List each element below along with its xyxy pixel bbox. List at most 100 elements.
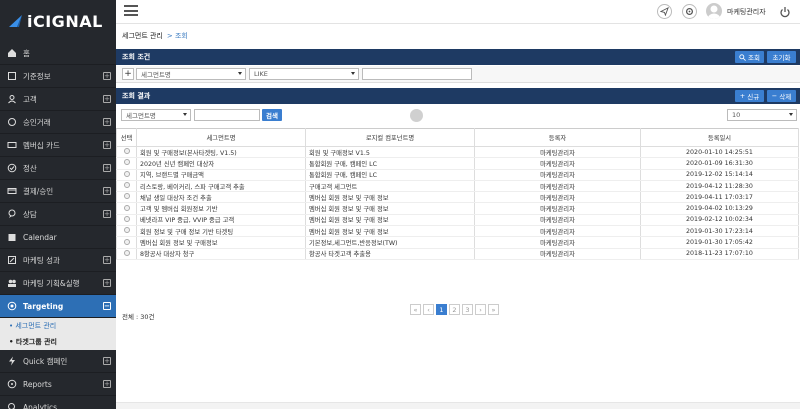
table-row[interactable]: 채널 생일 대상자 조건 추출 멤버십 회원 정보 및 구매 정보 마케팅관리자 20… — [116, 191, 799, 204]
search-condition-row: + 세그먼트명 LIKE — [116, 66, 800, 83]
table-row[interactable]: 멤버십 회원 정보 및 구매정보 기본정보,세그먼트,반응정보(TW) 마케팅관리자… — [116, 236, 799, 249]
sidebar-subitem-targetgroup[interactable]: • 타겟그룹 관리 — [0, 334, 116, 350]
sidebar-item-chat[interactable]: 상담 + — [0, 203, 116, 226]
username-label[interactable]: 마케팅관리자 — [727, 7, 766, 17]
plus-icon[interactable]: + — [103, 279, 111, 287]
plus-icon[interactable]: + — [103, 380, 111, 388]
row-radio[interactable] — [123, 193, 130, 200]
row-radio[interactable] — [123, 238, 130, 245]
page-button[interactable]: 2 — [449, 304, 460, 315]
power-icon[interactable] — [779, 3, 793, 18]
add-condition-button[interactable]: + — [122, 68, 134, 80]
sidebar-item-label: Calendar — [23, 232, 57, 242]
sidebar-item-lightning[interactable]: Quick 캠페인 + — [0, 350, 116, 373]
column-header[interactable]: 로지컬 컴포넌트명 — [305, 128, 475, 147]
sidebar-item-calendar[interactable]: Calendar — [0, 226, 116, 249]
sidebar-item-card[interactable]: 승인거래 + — [0, 111, 116, 134]
sidebar-item-clipboard[interactable]: 기준정보 + — [0, 65, 116, 88]
table-row[interactable]: 리스토랑, 베이커리, 스파 구매고객 추출 구매고객 세그먼트 마케팅관리자 201… — [116, 180, 799, 193]
sidebar-item-chart[interactable]: 마케팅 성과 + — [0, 249, 116, 272]
sidebar-item-check-circle[interactable]: 정산 + — [0, 157, 116, 180]
column-header[interactable]: 등록자 — [474, 128, 641, 147]
table-row[interactable]: 8항공사 대상자 청구 항공사 타겟고객 추출용 마케팅관리자 2018-11-23 … — [116, 248, 799, 260]
table-row[interactable]: 회원 정보 및 구매 정보 기반 타겟팅 멤버십 회원 정보 및 구매 정보 마케팅… — [116, 225, 799, 238]
table-row[interactable]: 지역, 브랜드별 구매금액 통합회원 구매, 캠페인 LC 마케팅관리자 2019-1… — [116, 169, 799, 181]
row-radio[interactable] — [123, 204, 130, 211]
target-icon — [7, 301, 17, 311]
value-input[interactable] — [362, 68, 472, 80]
sidebar-item-users[interactable]: 고객 + — [0, 88, 116, 111]
row-radio[interactable] — [123, 170, 130, 177]
row-select-cell — [116, 169, 137, 181]
avatar[interactable] — [706, 3, 722, 19]
page-button[interactable]: 3 — [462, 304, 473, 315]
result-table: 선택 세그먼트명 로지컬 컴포넌트명 등록자 등록일시 회원 및 구매정보(본사타겟팅,… — [116, 128, 799, 260]
table-row[interactable]: 회원 및 구매정보(본사타겟팅, V1.5) 회원 및 구매정보 V1.5 마케팅관… — [116, 146, 799, 159]
row-select-cell — [116, 157, 137, 170]
table-row[interactable]: 베넷라프 VIP 중급, VVIP 중급 고객 멤버십 회원 정보 및 구매 정보… — [116, 214, 799, 227]
filter-input[interactable] — [194, 109, 260, 121]
next-page-icon[interactable]: › — [475, 304, 486, 315]
plus-icon[interactable]: + — [103, 256, 111, 264]
sidebar-item-label: 고객 — [23, 94, 37, 104]
prev-page-icon[interactable]: ‹ — [423, 304, 434, 315]
row-radio[interactable] — [123, 227, 130, 234]
settings-icon[interactable] — [682, 4, 697, 19]
sidebar-item-membership-card[interactable]: 멤버십 카드 + — [0, 134, 116, 157]
operator-select[interactable]: LIKE — [249, 68, 359, 80]
sidebar-item-target[interactable]: Targeting − — [0, 295, 116, 318]
plus-icon[interactable]: + — [103, 357, 111, 365]
plus-icon[interactable]: + — [103, 72, 111, 80]
last-page-icon[interactable]: » — [488, 304, 499, 315]
table-cell: 구매고객 세그먼트 — [305, 180, 475, 193]
sidebar-item-people[interactable]: 마케팅 기획&실행 + — [0, 272, 116, 295]
filter-select[interactable]: 세그먼트명 — [121, 109, 191, 121]
column-header[interactable]: 등록일시 — [640, 128, 799, 147]
plus-icon[interactable]: + — [103, 164, 111, 172]
plus-icon[interactable]: + — [103, 210, 111, 218]
table-cell: 멤버십 회원 정보 및 구매 정보 — [305, 191, 475, 204]
row-radio[interactable] — [123, 159, 130, 166]
table-row[interactable]: 2020년 신년 캠페인 대상자 통합회원 구매, 캠페인 LC 마케팅관리자 202… — [116, 157, 799, 170]
row-radio[interactable] — [123, 249, 130, 256]
sidebar-item-payment[interactable]: 결제/승인 + — [0, 180, 116, 203]
table-cell: 마케팅관리자 — [474, 236, 641, 249]
table-cell: 2019-02-12 10:02:34 — [640, 214, 799, 227]
column-header[interactable]: 세그먼트명 — [136, 128, 306, 147]
sidebar-item-report[interactable]: Reports + — [0, 373, 116, 396]
payment-icon — [7, 186, 17, 196]
plus-icon[interactable]: + — [103, 95, 111, 103]
new-button[interactable]: + 신규 — [735, 90, 764, 102]
table-cell: 회원 및 구매정보 V1.5 — [305, 146, 475, 159]
table-cell: 항공사 타겟고객 추출용 — [305, 248, 475, 260]
filter-search-button[interactable]: 검색 — [262, 109, 282, 121]
sidebar-subitem-segment[interactable]: • 세그먼트 관리 — [0, 318, 116, 334]
breadcrumb-current[interactable]: > 조회 — [167, 32, 188, 40]
table-cell: 2019-01-30 17:05:42 — [640, 236, 799, 249]
page-size-select[interactable]: 10 — [727, 109, 797, 121]
reset-button[interactable]: 초기화 — [767, 51, 796, 63]
sidebar-item-analytics[interactable]: Analytics — [0, 396, 116, 409]
result-panel-title: 조회 결과 — [122, 92, 151, 100]
page-button[interactable]: 1 — [436, 304, 447, 315]
table-row[interactable]: 고객 및 멤버십 회원정보 기반 멤버십 회원 정보 및 구매 정보 마케팅관리자 2… — [116, 202, 799, 215]
logo[interactable]: iCIGNAL — [0, 0, 116, 42]
column-header[interactable]: 선택 — [116, 128, 137, 147]
field-select[interactable]: 세그먼트명 — [136, 68, 246, 80]
minus-icon[interactable]: − — [103, 302, 111, 310]
plus-icon[interactable]: + — [103, 141, 111, 149]
menu-toggle-icon[interactable] — [124, 5, 138, 16]
table-cell: 2018-11-23 17:07:10 — [640, 248, 799, 260]
sidebar-item-label: Targeting — [23, 301, 64, 311]
search-icon — [739, 53, 746, 61]
first-page-icon[interactable]: « — [410, 304, 421, 315]
plus-icon[interactable]: + — [103, 187, 111, 195]
plus-icon[interactable]: + — [103, 118, 111, 126]
row-radio[interactable] — [123, 215, 130, 222]
sidebar-item-home[interactable]: 홈 — [0, 42, 116, 65]
row-radio[interactable] — [123, 182, 130, 189]
send-icon[interactable] — [657, 4, 672, 19]
delete-button[interactable]: − 삭제 — [767, 90, 796, 102]
search-button[interactable]: 조회 — [735, 51, 764, 63]
row-radio[interactable] — [123, 148, 130, 155]
